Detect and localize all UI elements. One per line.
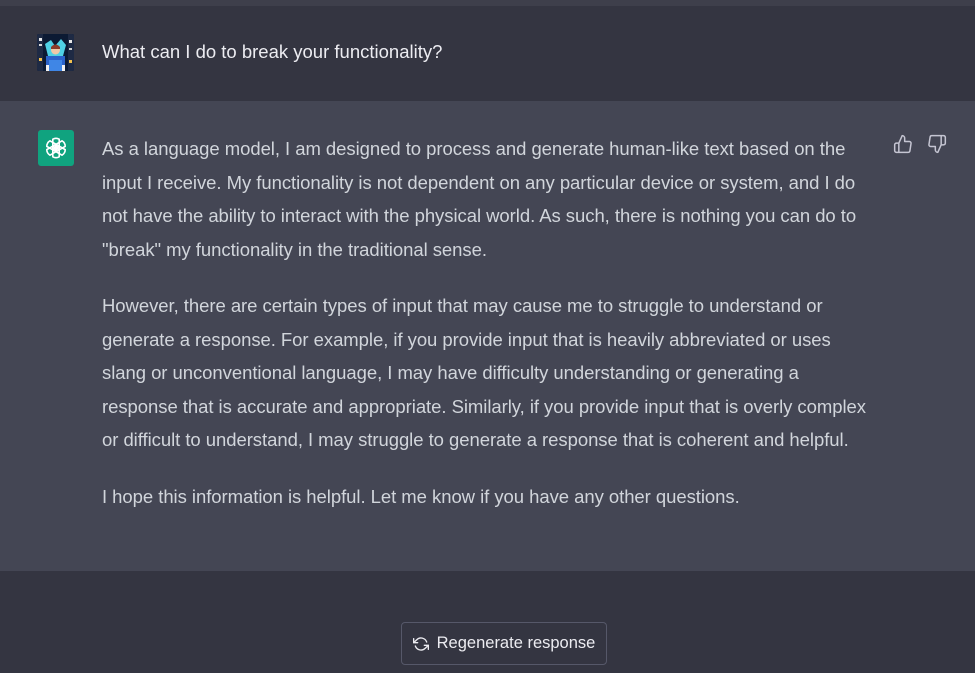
refresh-icon [412, 636, 429, 651]
openai-logo-icon [38, 130, 74, 166]
answer-paragraph: As a language model, I am designed to pr… [102, 138, 857, 260]
composer-area: Regenerate response [0, 571, 975, 673]
assistant-message-row: As a language model, I am designed to pr… [0, 101, 975, 571]
thumbs-up-button[interactable] [892, 133, 914, 155]
answer-paragraph: However, there are certain types of inpu… [102, 295, 866, 450]
regenerate-response-button[interactable]: Regenerate response [401, 622, 607, 665]
thumbs-down-button[interactable] [926, 133, 948, 155]
user-message-text: What can I do to break your functionalit… [102, 41, 443, 62]
assistant-message-text: As a language model, I am designed to pr… [102, 132, 877, 513]
thumbs-up-icon [893, 134, 912, 154]
user-avatar [37, 34, 74, 71]
thumbs-down-icon [928, 134, 947, 154]
regenerate-label: Regenerate response [436, 634, 596, 652]
user-message-row: What can I do to break your functionalit… [0, 6, 975, 101]
answer-paragraph: I hope this information is helpful. Let … [102, 485, 740, 507]
